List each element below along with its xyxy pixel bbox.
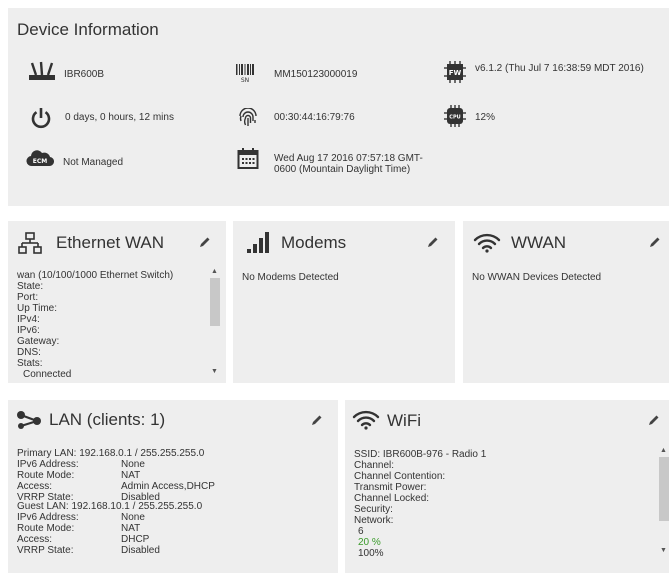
lan-field-value: DHCP bbox=[121, 534, 150, 545]
edit-ethernet-wan-icon[interactable] bbox=[199, 236, 211, 248]
wifi-line: Network: bbox=[354, 515, 394, 526]
wifi-line: Security: bbox=[354, 504, 393, 515]
ethernet-wan-line: State: bbox=[17, 281, 44, 292]
wifi-line: Channel Contention: bbox=[354, 471, 446, 482]
ethernet-wan-scrollbar[interactable]: ▲ ▼ bbox=[210, 267, 220, 377]
scroll-up-arrow[interactable]: ▲ bbox=[660, 447, 667, 454]
cpu-icon: CPU bbox=[444, 105, 466, 127]
ethernet-wan-line: Connected bbox=[23, 369, 72, 380]
network-icon bbox=[18, 232, 42, 254]
device-ecm-status: Not Managed bbox=[63, 157, 124, 168]
ethernet-wan-line: Stats: bbox=[17, 358, 43, 369]
lan-title: LAN (clients: 1) bbox=[49, 410, 166, 429]
wifi-line: Channel: bbox=[354, 460, 395, 471]
ethernet-wan-panel: Ethernet WAN wan (10/100/1000 Ethernet S… bbox=[8, 221, 226, 383]
lan-field-key: VRRP State: bbox=[17, 545, 74, 556]
lan-field-key: Route Mode: bbox=[17, 470, 75, 481]
scroll-up-arrow[interactable]: ▲ bbox=[211, 268, 218, 275]
device-uptime: 0 days, 0 hours, 12 mins bbox=[65, 112, 174, 123]
device-model: IBR600B bbox=[64, 69, 105, 80]
wwan-panel: WWAN No WWAN Devices Detected bbox=[463, 221, 669, 383]
device-serial: MM150123000019 bbox=[274, 69, 358, 80]
device-cpu: 12% bbox=[475, 112, 496, 123]
lan-field-value: None bbox=[121, 459, 145, 470]
lan-field-value: NAT bbox=[121, 523, 141, 534]
ethernet-wan-line: IPv4: bbox=[17, 314, 40, 325]
wifi-icon bbox=[473, 233, 501, 253]
guest-lan-label: Guest LAN: 192.168.10.1 / 255.255.255.0 bbox=[17, 501, 203, 512]
wifi-line: SSID: IBR600B-976 - Radio 1 bbox=[354, 449, 487, 460]
ethernet-wan-line: Gateway: bbox=[17, 336, 60, 347]
router-icon bbox=[29, 61, 55, 80]
wwan-title: WWAN bbox=[511, 233, 567, 252]
lan-field-key: Access: bbox=[17, 534, 53, 545]
scroll-thumb[interactable] bbox=[659, 457, 669, 521]
scroll-down-arrow[interactable]: ▼ bbox=[211, 368, 218, 375]
wifi-panel: WiFi SSID: IBR600B-976 - Radio 1 Channel:… bbox=[345, 400, 669, 573]
device-information-title: Device Information bbox=[17, 20, 159, 39]
lan-field-key: IPv6 Address: bbox=[17, 459, 79, 470]
lan-field-key: IPv6 Address: bbox=[17, 512, 79, 523]
lan-share-icon bbox=[17, 411, 41, 429]
ethernet-wan-title: Ethernet WAN bbox=[56, 233, 165, 252]
device-datetime: Wed Aug 17 2016 07:57:18 GMT-0600 (Mount… bbox=[274, 153, 423, 175]
wifi-cut-line: 100% bbox=[358, 548, 384, 559]
ecm-text: ECM bbox=[33, 158, 48, 165]
edit-wwan-icon[interactable] bbox=[649, 236, 661, 248]
wifi-percent: 20 % bbox=[358, 537, 381, 548]
lan-field-value: Admin Access,DHCP bbox=[121, 481, 215, 492]
ethernet-wan-line: DNS: bbox=[17, 347, 41, 358]
device-firmware: v6.1.2 (Thu Jul 7 16:38:59 MDT 2016) bbox=[475, 63, 644, 74]
calendar-icon bbox=[237, 148, 259, 169]
wifi-scrollbar[interactable]: ▲ ▼ bbox=[659, 446, 669, 556]
ethernet-wan-line: Port: bbox=[17, 292, 39, 303]
ethernet-wan-content: wan (10/100/1000 Ethernet Switch) State: P… bbox=[17, 270, 207, 383]
lan-field-value: NAT bbox=[121, 470, 141, 481]
wifi-line: Transmit Power: bbox=[354, 482, 427, 493]
ethernet-wan-line: Up Time: bbox=[17, 303, 58, 314]
scroll-down-arrow[interactable]: ▼ bbox=[660, 547, 667, 554]
wifi-line: 6 bbox=[358, 526, 364, 537]
edit-lan-icon[interactable] bbox=[311, 414, 323, 426]
edit-modems-icon[interactable] bbox=[427, 236, 439, 248]
fingerprint-icon bbox=[239, 108, 257, 126]
lan-field-value: Disabled bbox=[121, 545, 160, 556]
modems-message: No Modems Detected bbox=[242, 272, 339, 283]
primary-lan-label: Primary LAN: 192.168.0.1 / 255.255.255.0 bbox=[17, 448, 205, 459]
scroll-thumb[interactable] bbox=[210, 278, 220, 326]
sn-text: SN bbox=[241, 77, 249, 83]
modems-title: Modems bbox=[281, 233, 347, 252]
firmware-icon: FW bbox=[444, 61, 466, 83]
cloud-ecm-icon: ECM bbox=[26, 150, 55, 167]
power-icon bbox=[31, 108, 51, 129]
wwan-message: No WWAN Devices Detected bbox=[472, 272, 602, 283]
barcode-icon: SN bbox=[236, 64, 254, 83]
signal-bars-icon bbox=[247, 232, 269, 253]
lan-field-key: Route Mode: bbox=[17, 523, 75, 534]
lan-field-key: Access: bbox=[17, 481, 53, 492]
wifi-content: SSID: IBR600B-976 - Radio 1 Channel: Chann… bbox=[354, 449, 644, 573]
wifi-icon bbox=[352, 410, 380, 430]
edit-wifi-icon[interactable] bbox=[648, 414, 660, 426]
wifi-line: Channel Locked: bbox=[354, 493, 430, 504]
cpu-text: CPU bbox=[449, 115, 460, 121]
lan-field-value: None bbox=[121, 512, 145, 523]
device-information-panel: Device Information IBR600B SN MM15012300… bbox=[8, 8, 669, 206]
ethernet-wan-line: wan (10/100/1000 Ethernet Switch) bbox=[17, 270, 174, 281]
lan-panel: LAN (clients: 1) Primary LAN: 192.168.0.… bbox=[8, 400, 338, 573]
fw-text: FW bbox=[449, 69, 462, 77]
ethernet-wan-line: IPv6: bbox=[17, 325, 40, 336]
device-mac: 00:30:44:16:79:76 bbox=[274, 112, 355, 123]
wifi-title: WiFi bbox=[387, 411, 421, 430]
modems-panel: Modems No Modems Detected bbox=[233, 221, 455, 383]
